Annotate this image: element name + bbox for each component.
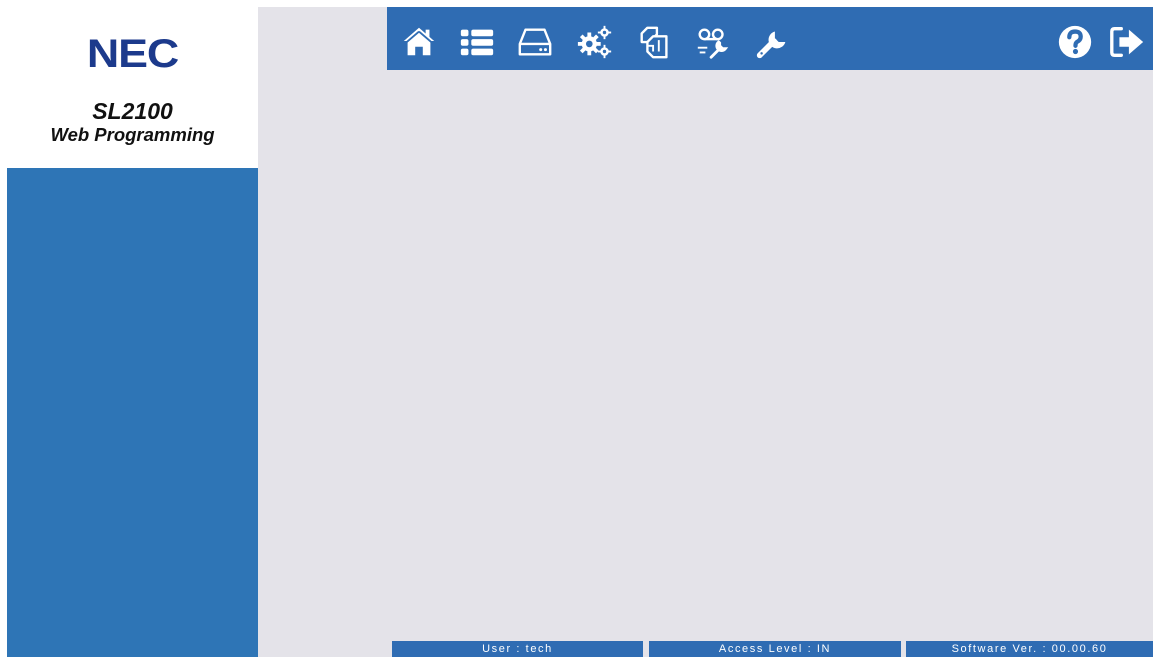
brand-panel: NEC SL2100 Web Programming	[7, 7, 258, 168]
logout-icon[interactable]	[1107, 22, 1147, 62]
help-icon[interactable]	[1055, 22, 1095, 62]
product-name: SL2100	[92, 98, 173, 124]
home-icon[interactable]	[399, 22, 439, 62]
nec-logo: NEC	[86, 32, 179, 76]
main-content	[258, 7, 1153, 657]
status-access-level: Access Level : IN	[649, 641, 901, 657]
status-software-version: Software Ver. : 00.00.60	[906, 641, 1153, 657]
drive-icon[interactable]	[515, 22, 555, 62]
app-subtitle: Web Programming	[50, 124, 215, 145]
voicemail-icon[interactable]	[693, 22, 733, 62]
wrench-icon[interactable]	[753, 22, 793, 62]
toolbar	[387, 7, 1153, 70]
copy-pages-icon[interactable]	[635, 22, 675, 62]
settings-gears-icon[interactable]	[575, 22, 615, 62]
status-user: User : tech	[392, 641, 643, 657]
list-icon[interactable]	[457, 22, 497, 62]
sidebar	[7, 168, 258, 657]
